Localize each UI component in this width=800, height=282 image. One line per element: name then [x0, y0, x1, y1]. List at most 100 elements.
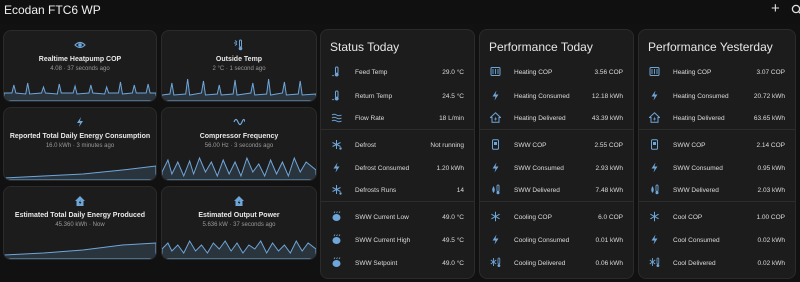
- waves-icon: [331, 113, 342, 123]
- entity-row[interactable]: Heating Delivered 63.65 kWh: [639, 111, 795, 125]
- entity-value: 6.0 COP: [598, 213, 623, 221]
- section-divider: [321, 201, 474, 202]
- entity-row[interactable]: SWW Delivered 7.48 kWh: [480, 183, 633, 197]
- snowflake-melt-icon: [332, 140, 342, 150]
- sensor-name: Reported Total Daily Energy Consumption: [9, 133, 151, 140]
- entity-label: Heating COP: [514, 68, 553, 76]
- entity-label: SWW Setpoint: [355, 259, 398, 267]
- entity-value: 0.02 kWh: [757, 259, 785, 267]
- entity-label: Defrost: [355, 141, 376, 149]
- entity-label: SWW Consumed: [673, 164, 723, 172]
- entity-row[interactable]: Cooling COP 6.0 COP: [480, 210, 633, 224]
- entity-value: 49.0 °C: [442, 213, 464, 221]
- sine-wave-icon: [233, 118, 245, 126]
- sun-thermometer-icon: [234, 39, 243, 51]
- add-icon[interactable]: +: [771, 0, 780, 17]
- section-divider: [639, 129, 795, 130]
- lightning-icon: [651, 162, 658, 173]
- sensor-state: 45.360 kWh · Now: [55, 222, 105, 228]
- search-icon[interactable]: [791, 4, 800, 16]
- entity-value: 2.55 COP: [594, 141, 623, 149]
- entity-value: 1.20 kWh: [436, 164, 464, 172]
- entity-label: Cool Delivered: [673, 259, 716, 267]
- entity-value: 0.06 kWh: [595, 259, 623, 267]
- performance-yesterday-card: Performance Yesterday Heating COP 3.07 CO…: [638, 29, 796, 279]
- entity-value: 0.02 kWh: [757, 236, 785, 244]
- entity-label: Cooling Delivered: [514, 259, 566, 267]
- lightning-icon: [333, 162, 340, 173]
- entity-label: Feed Temp: [355, 68, 388, 76]
- entity-label: Cooling Consumed: [514, 236, 570, 244]
- home-lightning-icon: [490, 112, 501, 123]
- card-title: Performance Yesterday: [648, 40, 773, 54]
- water-heater-icon: [651, 139, 658, 150]
- entity-value: 3.56 COP: [594, 68, 623, 76]
- entity-value: 2.03 kWh: [757, 186, 785, 194]
- entity-label: SWW Delivered: [673, 186, 719, 194]
- sensor-card-daily-produced[interactable]: Estimated Total Daily Energy Produced 45…: [3, 186, 157, 260]
- entity-row[interactable]: SWW Setpoint 49.0 °C: [321, 256, 474, 270]
- entity-row[interactable]: Cool COP 1.00 COP: [639, 210, 795, 224]
- entity-row[interactable]: Flow Rate 18 L/min: [321, 111, 474, 125]
- lightning-icon: [77, 117, 83, 127]
- entity-row[interactable]: SWW Delivered 2.03 kWh: [639, 183, 795, 197]
- sensor-name: Outside Temp: [215, 56, 263, 63]
- history-graph: [4, 165, 156, 180]
- sensor-card-compressor-frequency[interactable]: Compressor Frequency 56.00 Hz · 3 second…: [161, 107, 317, 181]
- entity-row[interactable]: Cooling Delivered 0.06 kWh: [480, 256, 633, 270]
- entity-label: Cool COP: [673, 213, 703, 221]
- entity-row[interactable]: SWW COP 2.14 COP: [639, 138, 795, 152]
- entity-label: Defrosts Runs: [355, 186, 397, 194]
- entity-row[interactable]: Heating COP 3.56 COP: [480, 65, 633, 79]
- lightning-icon: [651, 90, 658, 101]
- entity-row[interactable]: Heating Consumed 12.18 kWh: [480, 89, 633, 103]
- entity-label: Heating Delivered: [673, 114, 725, 122]
- sensor-card-outside-temp[interactable]: Outside Temp 2 °C · 1 second ago: [161, 30, 317, 102]
- entity-value: 49.5 °C: [442, 236, 464, 244]
- eye-icon: [74, 41, 86, 49]
- entity-label: SWW Current High: [355, 236, 411, 244]
- entity-value: 0.95 kWh: [757, 164, 785, 172]
- sensor-state: 2 °C · 1 second ago: [212, 66, 266, 72]
- entity-value: 12.18 kWh: [591, 92, 623, 100]
- history-graph: [4, 81, 156, 101]
- entity-row[interactable]: Heating COP 3.07 COP: [639, 65, 795, 79]
- entity-row[interactable]: Cool Consumed 0.02 kWh: [639, 233, 795, 247]
- entity-row[interactable]: SWW Consumed 0.95 kWh: [639, 161, 795, 175]
- snowflake-thermometer-icon: [649, 257, 660, 267]
- entity-value: 20.72 kWh: [753, 92, 785, 100]
- entity-label: SWW COP: [514, 141, 547, 149]
- entity-row[interactable]: Return Temp 24.5 °C: [321, 89, 474, 103]
- entity-row[interactable]: SWW Consumed 2.93 kWh: [480, 161, 633, 175]
- entity-value: 1.00 COP: [756, 213, 785, 221]
- lightning-icon: [651, 234, 658, 245]
- entity-value: 2.14 COP: [756, 141, 785, 149]
- entity-value: 14: [456, 186, 464, 194]
- water-thermometer-icon: [651, 184, 659, 195]
- history-graph: [162, 156, 316, 180]
- entity-row[interactable]: Cool Delivered 0.02 kWh: [639, 256, 795, 270]
- entity-row[interactable]: Heating Consumed 20.72 kWh: [639, 89, 795, 103]
- entity-row[interactable]: Defrosts Runs 14: [321, 183, 474, 197]
- entity-row[interactable]: SWW COP 2.55 COP: [480, 138, 633, 152]
- lightning-icon: [492, 234, 499, 245]
- entity-row[interactable]: Feed Temp 29.0 °C: [321, 65, 474, 79]
- sensor-card-output-power[interactable]: Estimated Output Power 5.636 kW · 37 sec…: [161, 186, 317, 260]
- sensor-card-realtime-cop[interactable]: Realtime Heatpump COP 4.08 · 37 seconds …: [3, 30, 157, 102]
- entity-label: Cooling COP: [514, 213, 552, 221]
- home-lightning-icon: [75, 196, 85, 206]
- entity-row[interactable]: SWW Current Low 49.0 °C: [321, 210, 474, 224]
- entity-row[interactable]: Heating Delivered 43.39 kWh: [480, 111, 633, 125]
- thermometer-water-icon: [331, 66, 339, 77]
- radiator-icon: [649, 67, 660, 76]
- entity-value: 18 L/min: [439, 114, 464, 122]
- entity-value: 29.0 °C: [442, 68, 464, 76]
- entity-value: 3.07 COP: [756, 68, 785, 76]
- entity-row[interactable]: Cooling Consumed 0.01 kWh: [480, 233, 633, 247]
- sensor-card-daily-consumption[interactable]: Reported Total Daily Energy Consumption …: [3, 107, 157, 181]
- entity-label: Heating COP: [673, 68, 712, 76]
- entity-row[interactable]: Defrost Not running: [321, 138, 474, 152]
- lightning-icon: [492, 162, 499, 173]
- entity-row[interactable]: Defrost Consumed 1.20 kWh: [321, 161, 474, 175]
- entity-row[interactable]: SWW Current High 49.5 °C: [321, 233, 474, 247]
